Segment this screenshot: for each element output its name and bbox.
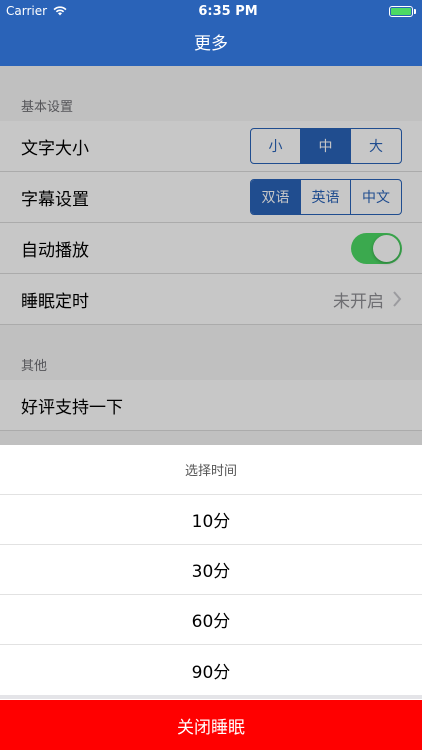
sheet-option-10[interactable]: 10分 [0,495,422,545]
status-time: 6:35 PM [198,3,258,19]
settings-list: 基本设置 文字大小 小 中 大 字幕设置 双语 英语 中文 自动播放 睡眠定时 … [0,66,422,445]
autoplay-label: 自动播放 [21,240,89,261]
chevron-right-icon [393,291,402,307]
subtitle-segmented-control: 双语 英语 中文 [250,179,402,215]
subtitle-row: 字幕设置 双语 英语 中文 [0,172,422,223]
font-size-label: 文字大小 [21,138,89,159]
sleep-timer-value-wrap: 未开启 [333,287,402,312]
sheet-option-30[interactable]: 30分 [0,545,422,595]
font-size-row: 文字大小 小 中 大 [0,121,422,172]
rate-app-row[interactable]: 好评支持一下 [0,380,422,431]
font-size-segmented-control: 小 中 大 [250,128,402,164]
sheet-option-60[interactable]: 60分 [0,595,422,645]
toggle-knob [373,234,400,262]
autoplay-row: 自动播放 [0,223,422,274]
status-left: Carrier [6,4,67,18]
carrier-label: Carrier [6,4,48,18]
autoplay-toggle[interactable] [351,232,402,264]
top-bar: Carrier 6:35 PM 更多 [0,0,422,66]
sheet-option-90[interactable]: 90分 [0,645,422,695]
wifi-icon [53,6,67,16]
page-title: 更多 [194,34,228,54]
time-picker-sheet: 选择时间 10分 30分 60分 90分 关闭睡眠 [0,445,422,750]
font-size-large-option[interactable]: 大 [351,129,401,163]
close-sleep-button[interactable]: 关闭睡眠 [0,700,422,750]
rate-app-label: 好评支持一下 [21,397,123,418]
sheet-separator [0,695,422,699]
sleep-timer-row[interactable]: 睡眠定时 未开启 [0,274,422,325]
sleep-timer-label: 睡眠定时 [21,291,89,312]
subtitle-bilingual-option[interactable]: 双语 [251,180,301,214]
sleep-timer-value: 未开启 [333,291,384,312]
status-bar: Carrier 6:35 PM [0,0,422,22]
font-size-medium-option[interactable]: 中 [301,129,351,163]
subtitle-label: 字幕设置 [21,189,89,210]
battery-icon [389,5,416,17]
font-size-small-option[interactable]: 小 [251,129,301,163]
subtitle-chinese-option[interactable]: 中文 [351,180,401,214]
section-header-other: 其他 [21,359,48,374]
section-header-basic: 基本设置 [21,100,74,115]
sheet-title: 选择时间 [0,445,422,495]
subtitle-english-option[interactable]: 英语 [301,180,351,214]
